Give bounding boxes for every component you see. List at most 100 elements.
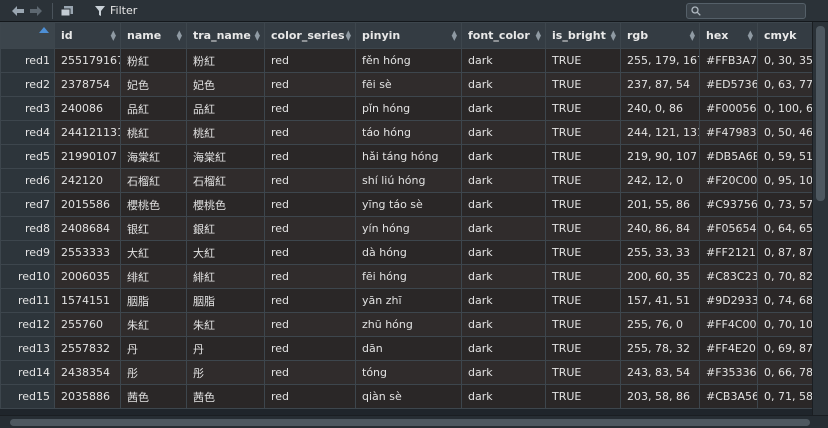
cell-is-bright: TRUE xyxy=(545,48,621,73)
cell-hex: #FF2121 xyxy=(699,240,758,265)
cell-cmyk: 0, 30, 35 xyxy=(757,48,812,73)
cell-hex: #F00056 xyxy=(699,96,758,121)
cell-color-series: red xyxy=(264,264,356,289)
column-header-font-color[interactable]: font_color ▲ ▼ xyxy=(461,22,546,49)
header-row: id ▲ ▼ name ▲ ▼ tra_name ▲ ▼ color_series ▲ ▼ pinyin… xyxy=(0,22,812,49)
filter-button[interactable]: Filter xyxy=(95,4,137,17)
sort-arrows-icon[interactable]: ▲ ▼ xyxy=(177,30,182,42)
column-header-label: tra_name xyxy=(193,29,251,42)
column-header-label: is_bright xyxy=(552,29,606,42)
cell-id: 242120 xyxy=(54,168,121,193)
sort-arrows-icon[interactable]: ▲ ▼ xyxy=(346,30,351,42)
cell-cmyk: 0, 73, 57 xyxy=(757,192,812,217)
cell-pinyin: zhū hóng xyxy=(355,312,462,337)
column-header-name[interactable]: name ▲ ▼ xyxy=(120,22,187,49)
toolbar-divider xyxy=(52,2,53,19)
cell-font-color: dark xyxy=(461,144,546,169)
column-header-pinyin[interactable]: pinyin ▲ ▼ xyxy=(355,22,462,49)
cell-pinyin: qiàn sè xyxy=(355,384,462,409)
cell-id: 255179167 xyxy=(54,48,121,73)
sort-arrows-icon[interactable]: ▲ ▼ xyxy=(611,30,616,42)
cell-cmyk: 0, 74, 68 xyxy=(757,288,812,313)
cell-font-color: dark xyxy=(461,240,546,265)
cell-id: 2408684 xyxy=(54,216,121,241)
cell-tra-name: 品紅 xyxy=(186,96,265,121)
search-input[interactable] xyxy=(686,3,806,19)
cell-rgb: 219, 90, 107 xyxy=(620,144,700,169)
sort-arrows-icon[interactable]: ▲ ▼ xyxy=(536,30,541,42)
column-header-rgb[interactable]: rgb ▲ ▼ xyxy=(620,22,700,49)
table-row: red1 255179167 粉紅 粉紅 red fěn hóng dark TRUE 255,… xyxy=(0,48,812,73)
cell-pinyin: dān xyxy=(355,336,462,361)
cell-hex: #C93756 xyxy=(699,192,758,217)
row-name-cell: red5 xyxy=(0,144,55,169)
sort-arrows-icon[interactable]: ▲ ▼ xyxy=(255,30,260,42)
row-name-cell: red8 xyxy=(0,216,55,241)
table-row: red6 242120 石榴紅 石榴紅 red shí liú hóng dark TRUE 2… xyxy=(0,168,812,193)
column-header-is-bright[interactable]: is_bright ▲ ▼ xyxy=(545,22,621,49)
cell-hex: #9D2933 xyxy=(699,288,758,313)
sort-arrows-icon[interactable]: ▲ ▼ xyxy=(748,30,753,42)
cell-tra-name: 大紅 xyxy=(186,240,265,265)
vertical-scrollbar[interactable] xyxy=(812,22,828,415)
sort-arrows-icon[interactable]: ▲ ▼ xyxy=(690,30,695,42)
cell-is-bright: TRUE xyxy=(545,336,621,361)
cell-hex: #F47983 xyxy=(699,120,758,145)
cell-font-color: dark xyxy=(461,312,546,337)
cell-name: 大紅 xyxy=(120,240,187,265)
cell-tra-name: 朱紅 xyxy=(186,312,265,337)
cell-tra-name: 石榴紅 xyxy=(186,168,265,193)
back-arrow-icon[interactable] xyxy=(10,2,26,20)
search-icon xyxy=(691,6,701,16)
table-row: red14 2438354 彤彤 red tóng dark TRUE 243, 83, 54… xyxy=(0,360,812,385)
cell-tra-name: 緋紅 xyxy=(186,264,265,289)
row-names-header[interactable] xyxy=(0,22,55,49)
cell-pinyin: fēi hóng xyxy=(355,264,462,289)
column-header-color-series[interactable]: color_series ▲ ▼ xyxy=(264,22,356,49)
cell-is-bright: TRUE xyxy=(545,168,621,193)
cell-hex: #CB3A56 xyxy=(699,384,758,409)
cell-name: 海棠紅 xyxy=(120,144,187,169)
column-header-cmyk[interactable]: cmyk▲▼ xyxy=(757,22,812,49)
row-name-cell: red14 xyxy=(0,360,55,385)
cell-cmyk: 0, 50, 46 xyxy=(757,120,812,145)
cell-id: 240086 xyxy=(54,96,121,121)
row-name-cell: red10 xyxy=(0,264,55,289)
cell-name: 银红 xyxy=(120,216,187,241)
cell-font-color: dark xyxy=(461,192,546,217)
column-header-tra-name[interactable]: tra_name ▲ ▼ xyxy=(186,22,265,49)
column-header-label: hex xyxy=(706,29,729,42)
table-row: red7 2015586 櫻桃色 櫻桃色 red yīng táo sè dark TRUE 2… xyxy=(0,192,812,217)
cell-is-bright: TRUE xyxy=(545,96,621,121)
cell-name: 桃紅 xyxy=(120,120,187,145)
sort-arrows-icon[interactable]: ▲ ▼ xyxy=(452,30,457,42)
cell-color-series: red xyxy=(264,240,356,265)
cell-tra-name: 彤 xyxy=(186,360,265,385)
cell-font-color: dark xyxy=(461,120,546,145)
cell-id: 2378754 xyxy=(54,72,121,97)
cell-pinyin: táo hóng xyxy=(355,120,462,145)
toolbar: Filter xyxy=(0,0,828,22)
forward-arrow-icon[interactable] xyxy=(28,2,44,20)
column-header-hex[interactable]: hex ▲ ▼ xyxy=(699,22,758,49)
horizontal-scrollbar[interactable] xyxy=(0,415,828,428)
column-header-id[interactable]: id ▲ ▼ xyxy=(54,22,121,49)
cell-rgb: 242, 12, 0 xyxy=(620,168,700,193)
cell-font-color: dark xyxy=(461,336,546,361)
cell-cmyk: 0, 95, 100 xyxy=(757,168,812,193)
cell-color-series: red xyxy=(264,72,356,97)
horizontal-scroll-thumb[interactable] xyxy=(10,419,810,426)
row-name-cell: red1 xyxy=(0,48,55,73)
show-in-new-window-icon[interactable] xyxy=(59,2,75,20)
cell-name: 丹 xyxy=(120,336,187,361)
cell-rgb: 201, 55, 86 xyxy=(620,192,700,217)
grid-body: red1 255179167 粉紅 粉紅 red fěn hóng dark TRUE 255,… xyxy=(0,48,812,409)
cell-id: 2557832 xyxy=(54,336,121,361)
sort-arrows-icon[interactable]: ▲ ▼ xyxy=(111,30,116,42)
row-name-cell: red4 xyxy=(0,120,55,145)
cell-hex: #C83C23 xyxy=(699,264,758,289)
cell-name: 茜色 xyxy=(120,384,187,409)
cell-id: 2553333 xyxy=(54,240,121,265)
vertical-scroll-thumb[interactable] xyxy=(816,26,825,201)
cell-is-bright: TRUE xyxy=(545,72,621,97)
